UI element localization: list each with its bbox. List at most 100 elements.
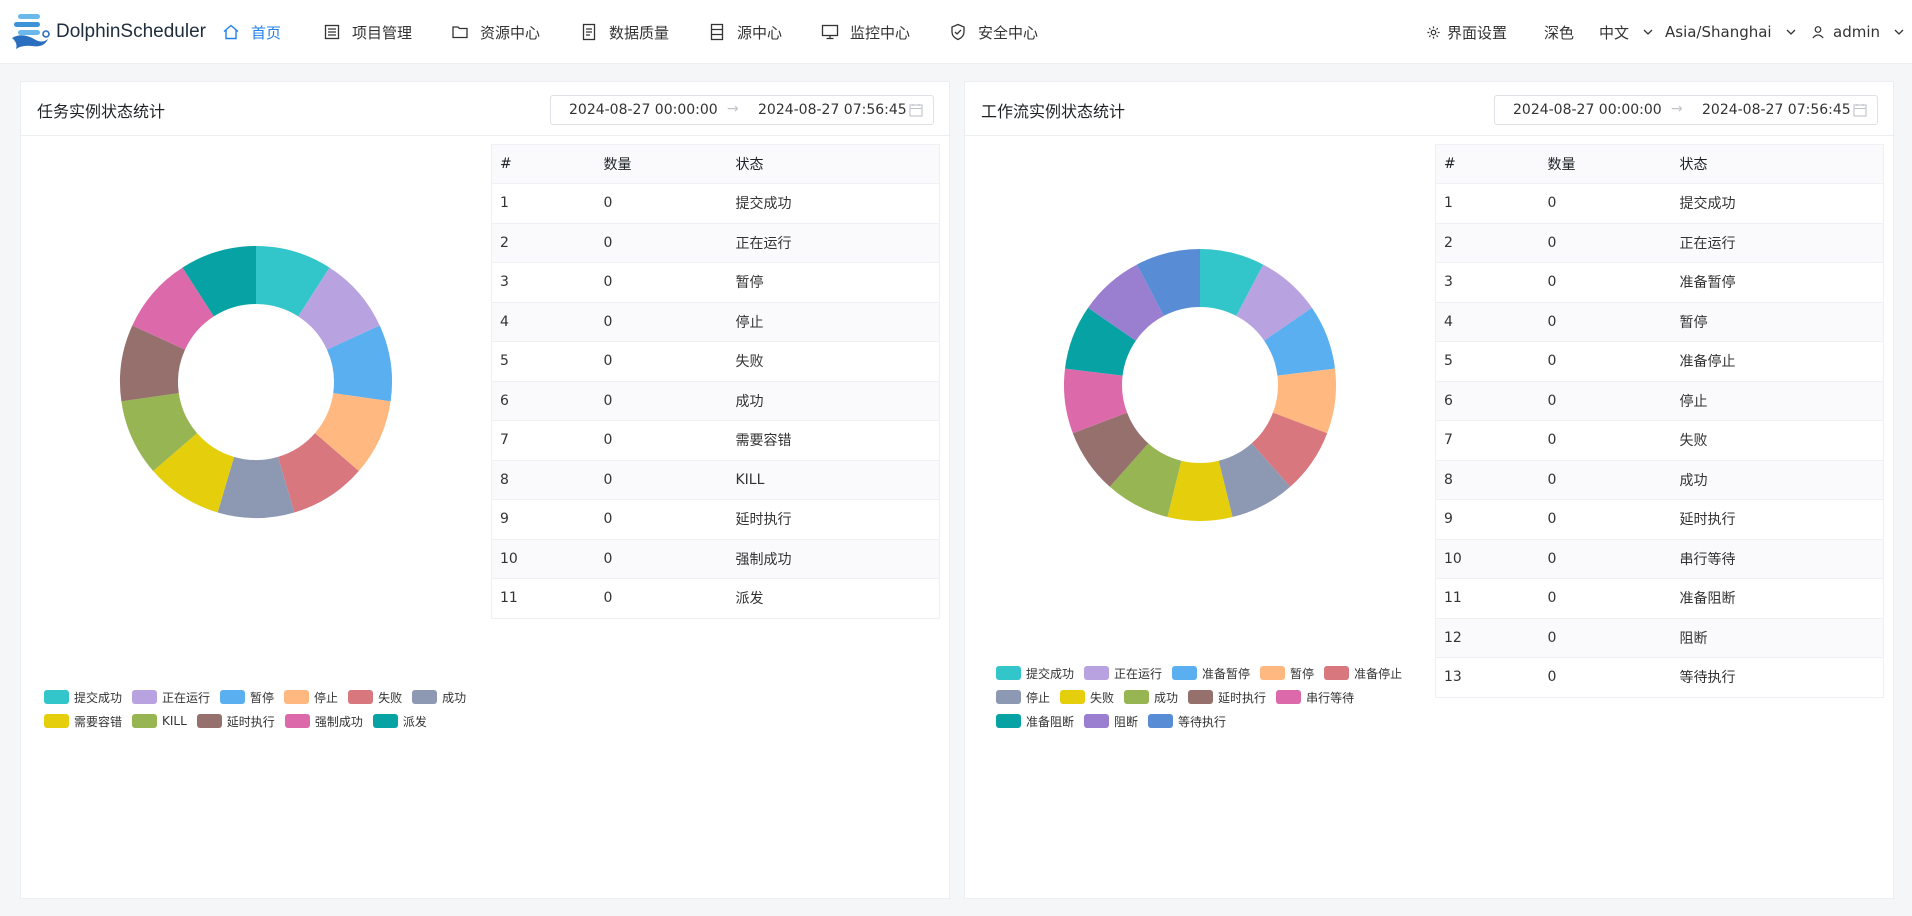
nav-projects[interactable]: 项目管理 xyxy=(323,18,412,46)
nav-monitor[interactable]: 监控中心 xyxy=(821,18,910,46)
legend-item[interactable]: 强制成功 xyxy=(284,709,363,733)
legend-item[interactable]: 成功 xyxy=(1124,685,1178,709)
legend-swatch xyxy=(996,666,1021,680)
table-row: 11 0 派发 xyxy=(491,578,940,619)
cell-state: 停止 xyxy=(727,302,940,342)
legend-item[interactable]: 串行等待 xyxy=(1276,685,1354,709)
legend-item[interactable]: 正在运行 xyxy=(132,685,210,709)
cell-state: 成功 xyxy=(727,381,940,421)
task-state-donut-chart xyxy=(119,246,392,518)
legend-item[interactable]: 停止 xyxy=(284,685,338,709)
legend-label: 失败 xyxy=(378,690,403,705)
ui-settings-button[interactable]: 界面设置 xyxy=(1426,20,1507,44)
table-row: 5 0 准备停止 xyxy=(1435,341,1884,382)
cell-count: 0 xyxy=(1539,578,1672,619)
cell-index: 3 xyxy=(491,262,596,303)
legend-item[interactable]: 提交成功 xyxy=(996,661,1074,685)
range-start: 2024-08-27 00:00:00 xyxy=(569,102,718,118)
cell-index: 13 xyxy=(1435,657,1540,698)
cell-index: 9 xyxy=(1435,499,1540,540)
legend-item[interactable]: 等待执行 xyxy=(1148,709,1226,733)
legend-label: KILL xyxy=(162,714,187,728)
legend-item[interactable]: KILL xyxy=(132,709,187,733)
legend-swatch xyxy=(348,690,374,704)
user-name: admin xyxy=(1833,23,1880,41)
legend-item[interactable]: 准备暂停 xyxy=(1172,661,1250,685)
col-state: 状态 xyxy=(1671,144,1884,184)
legend-item[interactable]: 阻断 xyxy=(1084,709,1138,733)
legend-item[interactable]: 停止 xyxy=(996,685,1050,709)
cell-state: 准备暂停 xyxy=(1671,262,1884,303)
legend-item[interactable]: 失败 xyxy=(348,685,402,709)
workflow-date-range-picker[interactable]: 2024-08-27 00:00:00 → 2024-08-27 07:56:4… xyxy=(1494,95,1878,125)
nav-home[interactable]: 首页 xyxy=(222,18,281,46)
legend-item[interactable]: 派发 xyxy=(372,709,427,733)
cell-count: 0 xyxy=(1539,539,1672,579)
nav-data-quality-label: 数据质量 xyxy=(609,23,670,42)
cell-index: 11 xyxy=(491,578,596,619)
table-row: 7 0 失败 xyxy=(1435,420,1884,461)
legend-item[interactable]: 暂停 xyxy=(1260,661,1314,685)
legend-swatch xyxy=(284,714,310,728)
cell-count: 0 xyxy=(1539,262,1672,303)
task-state-table: # 数量 状态 1 0 提交成功 2 0 正在运行 3 0 暂停 4 0 停止 5 0 失败 6 0 成功 7 0 需要… xyxy=(491,144,940,619)
range-end: 2024-08-27 07:56:45 xyxy=(758,102,907,118)
cell-index: 12 xyxy=(1435,618,1540,658)
legend-item[interactable]: 延时执行 xyxy=(196,709,275,733)
nav-resources[interactable]: 资源中心 xyxy=(451,18,540,46)
timezone-dropdown[interactable]: Asia/Shanghai xyxy=(1665,20,1798,44)
chevron-down-icon xyxy=(1786,29,1796,35)
legend-label: 失败 xyxy=(1090,690,1115,705)
cell-index: 4 xyxy=(491,302,596,342)
cell-count: 0 xyxy=(595,341,728,382)
theme-toggle[interactable]: 深色 xyxy=(1544,20,1574,44)
legend-item[interactable]: 正在运行 xyxy=(1084,661,1162,685)
legend-label: 停止 xyxy=(314,690,339,705)
task-chart-legend: 提交成功 正在运行 暂停 停止 失败 成功需要容错 KILL 延时执行 强制成功 派发 xyxy=(44,685,514,733)
cell-index: 10 xyxy=(491,539,596,579)
legend-item[interactable]: 失败 xyxy=(1060,685,1114,709)
legend-label: 停止 xyxy=(1026,690,1051,705)
legend-label: 准备停止 xyxy=(1354,666,1403,681)
legend-swatch xyxy=(412,690,438,704)
folder-icon xyxy=(451,23,469,41)
legend-item[interactable]: 提交成功 xyxy=(44,685,122,709)
nav-datasource[interactable]: 源中心 xyxy=(708,18,782,46)
col-state: 状态 xyxy=(727,144,940,184)
legend-item[interactable]: 准备停止 xyxy=(1324,661,1402,685)
cell-count: 0 xyxy=(595,381,728,421)
task-date-range-picker[interactable]: 2024-08-27 00:00:00 → 2024-08-27 07:56:4… xyxy=(550,95,934,125)
legend-label: 正在运行 xyxy=(1114,666,1163,681)
nav-security[interactable]: 安全中心 xyxy=(949,18,1038,46)
cell-state: 强制成功 xyxy=(727,539,940,579)
cell-index: 9 xyxy=(491,499,596,540)
table-header-row: # 数量 状态 xyxy=(491,144,940,184)
legend-item[interactable]: 暂停 xyxy=(220,685,274,709)
language-dropdown[interactable]: 中文 xyxy=(1599,20,1655,44)
table-row: 4 0 暂停 xyxy=(1435,302,1884,342)
cell-count: 0 xyxy=(595,183,728,224)
col-count: 数量 xyxy=(1539,144,1672,184)
cell-state: 停止 xyxy=(1671,381,1884,421)
user-icon xyxy=(1812,26,1824,39)
cell-count: 0 xyxy=(1539,223,1672,263)
legend-label: 阻断 xyxy=(1114,714,1139,729)
cell-state: 暂停 xyxy=(1671,302,1884,342)
cell-state: 需要容错 xyxy=(727,420,940,461)
theme-label: 深色 xyxy=(1544,23,1575,42)
legend-label: 正在运行 xyxy=(162,690,211,705)
legend-item[interactable]: 成功 xyxy=(412,685,466,709)
legend-swatch xyxy=(44,690,69,704)
nav-resources-label: 资源中心 xyxy=(480,23,541,42)
nav-monitor-label: 监控中心 xyxy=(850,23,911,42)
legend-label: 暂停 xyxy=(1290,666,1315,681)
legend-label: 强制成功 xyxy=(314,714,363,729)
legend-item[interactable]: 需要容错 xyxy=(44,709,122,733)
nav-data-quality[interactable]: 数据质量 xyxy=(580,18,669,46)
legend-swatch xyxy=(1060,690,1086,704)
user-menu[interactable]: admin xyxy=(1811,20,1906,44)
legend-item[interactable]: 延时执行 xyxy=(1188,685,1266,709)
brand-logo[interactable]: DolphinScheduler xyxy=(8,12,206,52)
top-navigation-bar: DolphinScheduler 首页 项目管理 资源中心 数据质量 源中心 监… xyxy=(0,0,1912,64)
legend-item[interactable]: 准备阻断 xyxy=(996,709,1074,733)
